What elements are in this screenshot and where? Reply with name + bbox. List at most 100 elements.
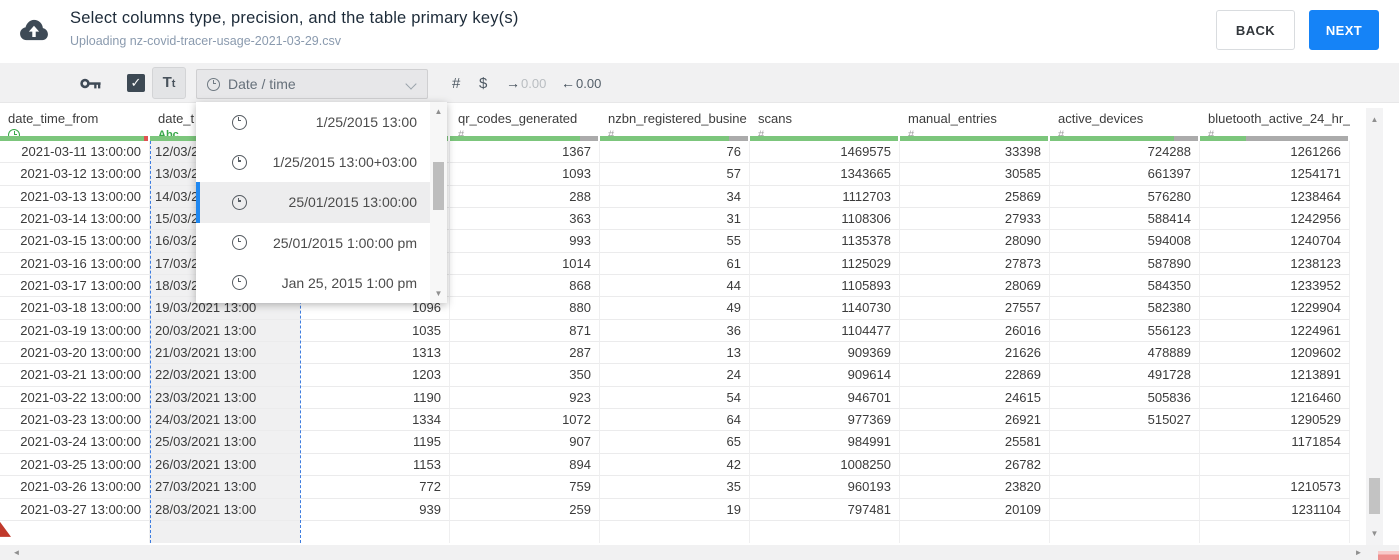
table-cell[interactable]: 2021-03-16 13:00:00	[0, 252, 150, 276]
column-header-bluetooth_active_24_hr_[interactable]: bluetooth_active_24_hr_ #	[1200, 108, 1350, 141]
table-cell[interactable]: 894	[450, 453, 600, 477]
table-cell[interactable]: 2021-03-18 13:00:00	[0, 297, 150, 320]
table-cell[interactable]: 25/03/2021 13:00	[150, 431, 300, 454]
table-cell[interactable]: 36	[600, 319, 750, 343]
table-cell[interactable]	[1050, 520, 1200, 544]
table-cell[interactable]: 478889	[1050, 342, 1200, 365]
table-cell[interactable]: 350	[450, 364, 600, 387]
table-cell[interactable]: 587890	[1050, 252, 1200, 276]
table-cell[interactable]: 27933	[900, 208, 1050, 231]
table-cell[interactable]: 288	[450, 185, 600, 209]
dropdown-scrollbar[interactable]: ▲ ▼	[430, 102, 447, 303]
table-cell[interactable]: 25869	[900, 185, 1050, 209]
table-cell[interactable]: 61	[600, 252, 750, 276]
table-cell[interactable]: 946701	[750, 386, 900, 410]
dropdown-option[interactable]: 1/25/2015 13:00+03:00	[196, 142, 430, 182]
back-button[interactable]: BACK	[1216, 10, 1295, 50]
dropdown-option[interactable]: 1/25/2015 13:00	[196, 102, 430, 142]
column-header-qr_codes_generated[interactable]: qr_codes_generated #	[450, 108, 600, 141]
table-cell[interactable]: 28090	[900, 230, 1050, 253]
scroll-left-icon[interactable]: ◄	[8, 545, 25, 560]
table-cell[interactable]: 2021-03-25 13:00:00	[0, 453, 150, 477]
table-cell[interactable]: 1008250	[750, 453, 900, 477]
table-cell[interactable]: 363	[450, 208, 600, 231]
column-header-scans[interactable]: scans #	[750, 108, 900, 141]
table-cell[interactable]: 1108306	[750, 208, 900, 231]
table-cell[interactable]: 1093	[450, 163, 600, 186]
table-cell[interactable]: 1261266	[1200, 141, 1350, 164]
table-cell[interactable]: 993	[450, 230, 600, 253]
table-cell[interactable]: 1210573	[1200, 476, 1350, 499]
table-cell[interactable]: 19	[600, 498, 750, 521]
table-cell[interactable]: 1290529	[1200, 409, 1350, 432]
table-cell[interactable]: 576280	[1050, 185, 1200, 209]
table-cell[interactable]: 1343665	[750, 163, 900, 186]
boolean-type-checkbox[interactable]: ✓	[127, 74, 145, 92]
table-cell[interactable]: 49	[600, 297, 750, 320]
table-cell[interactable]: 22/03/2021 13:00	[150, 364, 300, 387]
table-cell[interactable]: 1153	[300, 453, 450, 477]
table-cell[interactable]: 1242956	[1200, 208, 1350, 231]
table-cell[interactable]: 28/03/2021 13:00	[150, 498, 300, 521]
table-cell[interactable]: 2021-03-20 13:00:00	[0, 342, 150, 365]
table-cell[interactable]: 871	[450, 319, 600, 343]
table-cell[interactable]: 1140730	[750, 297, 900, 320]
table-cell[interactable]: 1229904	[1200, 297, 1350, 320]
table-cell[interactable]: 27873	[900, 252, 1050, 276]
table-cell[interactable]: 584350	[1050, 275, 1200, 298]
table-vertical-scrollbar[interactable]: ▲ ▼	[1366, 108, 1383, 545]
table-cell[interactable]: 1209602	[1200, 342, 1350, 365]
table-cell[interactable]: 34	[600, 185, 750, 209]
table-cell[interactable]	[600, 520, 750, 544]
dropdown-option[interactable]: Jan 25, 2015 1:00 pm	[196, 263, 430, 303]
table-cell[interactable]: 1035	[300, 319, 450, 343]
table-cell[interactable]: 1233952	[1200, 275, 1350, 298]
table-cell[interactable]: 31	[600, 208, 750, 231]
table-cell[interactable]: 960193	[750, 476, 900, 499]
table-cell[interactable]	[1050, 431, 1200, 454]
table-cell[interactable]	[150, 520, 300, 544]
text-type-button[interactable]: Tt	[152, 67, 186, 99]
table-cell[interactable]	[1050, 498, 1200, 521]
table-cell[interactable]: 2021-03-19 13:00:00	[0, 319, 150, 343]
scroll-down-icon[interactable]: ▼	[430, 286, 447, 301]
table-cell[interactable]: 25581	[900, 431, 1050, 454]
table-cell[interactable]: 24/03/2021 13:00	[150, 409, 300, 432]
table-cell[interactable]: 35	[600, 476, 750, 499]
column-header-manual_entries[interactable]: manual_entries #	[900, 108, 1050, 141]
table-cell[interactable]: 1469575	[750, 141, 900, 164]
table-cell[interactable]: 76	[600, 141, 750, 164]
table-cell[interactable]: 939	[300, 498, 450, 521]
table-cell[interactable]: 54	[600, 386, 750, 410]
table-cell[interactable]: 977369	[750, 409, 900, 432]
table-cell[interactable]: 909614	[750, 364, 900, 387]
table-cell[interactable]: 2021-03-11 13:00:00	[0, 141, 150, 164]
table-cell[interactable]: 724288	[1050, 141, 1200, 164]
table-cell[interactable]: 13	[600, 342, 750, 365]
column-header-nzbn_registered_busine[interactable]: nzbn_registered_busine #	[600, 108, 750, 141]
table-cell[interactable]: 23/03/2021 13:00	[150, 386, 300, 410]
table-cell[interactable]: 661397	[1050, 163, 1200, 186]
table-cell[interactable]: 26782	[900, 453, 1050, 477]
table-cell[interactable]: 30585	[900, 163, 1050, 186]
table-cell[interactable]: 1135378	[750, 230, 900, 253]
table-cell[interactable]	[750, 520, 900, 544]
table-cell[interactable]: 797481	[750, 498, 900, 521]
table-cell[interactable]: 1104477	[750, 319, 900, 343]
dropdown-option[interactable]: 25/01/2015 13:00:00	[196, 182, 430, 223]
dropdown-option[interactable]: 25/01/2015 1:00:00 pm	[196, 223, 430, 263]
scroll-right-icon[interactable]: ►	[1350, 545, 1367, 560]
table-cell[interactable]: 2021-03-24 13:00:00	[0, 431, 150, 454]
table-cell[interactable]: 491728	[1050, 364, 1200, 387]
add-decimal-button[interactable]: → 0.00	[506, 63, 546, 103]
table-cell[interactable]: 42	[600, 453, 750, 477]
table-cell[interactable]: 1112703	[750, 185, 900, 209]
table-cell[interactable]: 2021-03-26 13:00:00	[0, 476, 150, 499]
table-cell[interactable]	[1050, 476, 1200, 499]
table-cell[interactable]	[1200, 453, 1350, 477]
table-cell[interactable]: 21626	[900, 342, 1050, 365]
table-cell[interactable]: 2021-03-21 13:00:00	[0, 364, 150, 387]
table-cell[interactable]: 505836	[1050, 386, 1200, 410]
table-cell[interactable]: 582380	[1050, 297, 1200, 320]
table-cell[interactable]: 515027	[1050, 409, 1200, 432]
